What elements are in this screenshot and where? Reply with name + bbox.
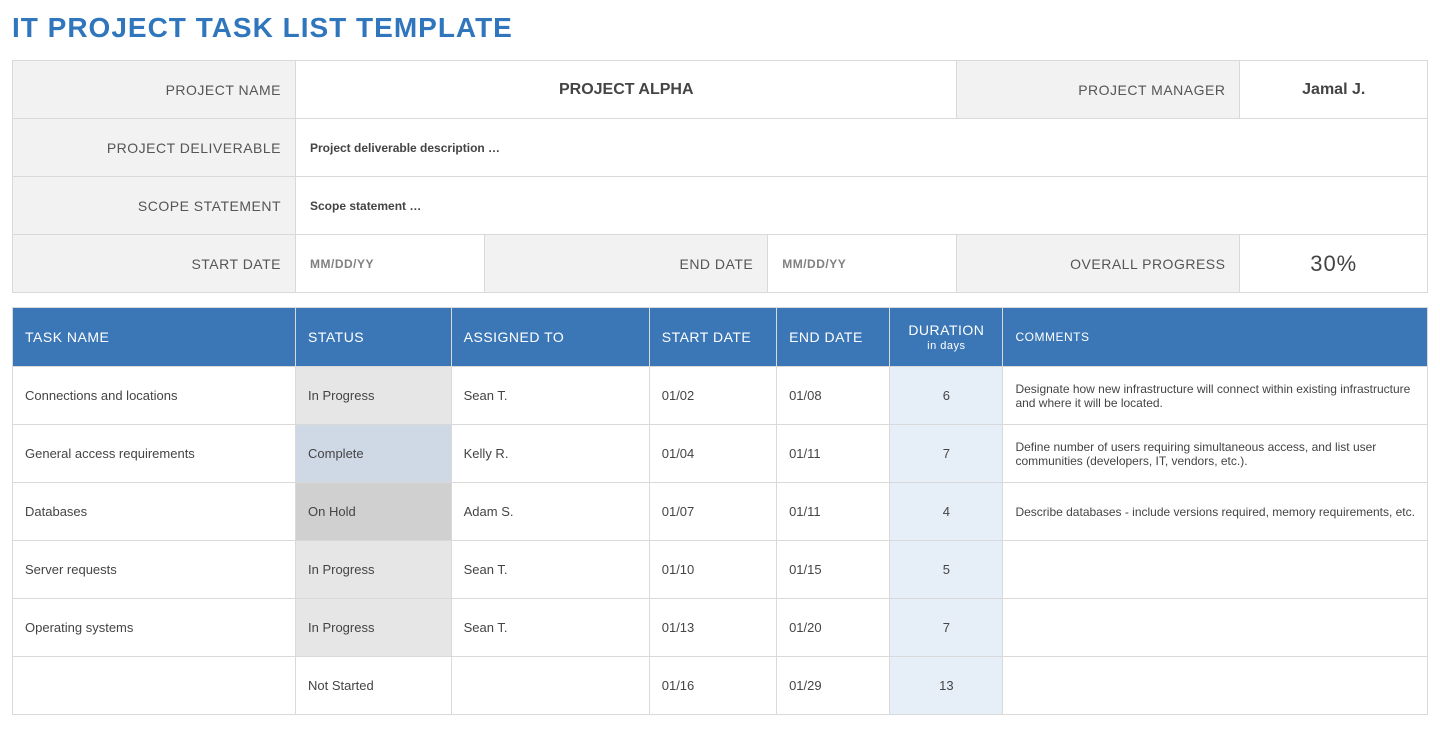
project-meta-table: PROJECT NAME PROJECT ALPHA PROJECT MANAG… xyxy=(12,60,1428,293)
progress-value[interactable]: 30% xyxy=(1240,235,1428,293)
status-cell[interactable]: In Progress xyxy=(296,599,452,657)
task-name-cell[interactable]: Server requests xyxy=(13,541,296,599)
assigned-cell[interactable]: Adam S. xyxy=(451,483,649,541)
start-date-cell[interactable]: 01/13 xyxy=(649,599,776,657)
task-name-cell[interactable]: Databases xyxy=(13,483,296,541)
task-header-row: TASK NAME STATUS ASSIGNED TO START DATE … xyxy=(13,308,1428,367)
start-date-cell[interactable]: 01/04 xyxy=(649,425,776,483)
project-name-value[interactable]: PROJECT ALPHA xyxy=(296,61,957,119)
scope-value[interactable]: Scope statement … xyxy=(296,177,1428,235)
comments-cell[interactable]: Designate how new infrastructure will co… xyxy=(1003,367,1428,425)
status-cell[interactable]: In Progress xyxy=(296,367,452,425)
comments-cell[interactable] xyxy=(1003,657,1428,715)
task-name-cell[interactable] xyxy=(13,657,296,715)
table-row: DatabasesOn HoldAdam S.01/0701/114Descri… xyxy=(13,483,1428,541)
status-cell[interactable]: On Hold xyxy=(296,483,452,541)
progress-label: OVERALL PROGRESS xyxy=(957,235,1240,293)
page-title: IT PROJECT TASK LIST TEMPLATE xyxy=(12,12,1428,44)
status-cell[interactable]: In Progress xyxy=(296,541,452,599)
table-row: Not Started 01/1601/2913 xyxy=(13,657,1428,715)
duration-cell: 7 xyxy=(890,425,1003,483)
deliverable-label: PROJECT DELIVERABLE xyxy=(13,119,296,177)
table-row: Connections and locationsIn ProgressSean… xyxy=(13,367,1428,425)
status-cell[interactable]: Not Started xyxy=(296,657,452,715)
assigned-cell[interactable]: Sean T. xyxy=(451,367,649,425)
col-status: STATUS xyxy=(296,308,452,367)
end-date-cell[interactable]: 01/15 xyxy=(777,541,890,599)
duration-cell: 7 xyxy=(890,599,1003,657)
col-end: END DATE xyxy=(777,308,890,367)
assigned-cell[interactable]: Sean T. xyxy=(451,599,649,657)
duration-cell: 6 xyxy=(890,367,1003,425)
table-row: Server requestsIn ProgressSean T.01/1001… xyxy=(13,541,1428,599)
meta-row-name: PROJECT NAME PROJECT ALPHA PROJECT MANAG… xyxy=(13,61,1428,119)
project-manager-label: PROJECT MANAGER xyxy=(957,61,1240,119)
assigned-cell[interactable]: Sean T. xyxy=(451,541,649,599)
end-date-cell[interactable]: 01/20 xyxy=(777,599,890,657)
col-duration-label: DURATION xyxy=(908,322,984,338)
comments-cell[interactable]: Describe databases - include versions re… xyxy=(1003,483,1428,541)
comments-cell[interactable]: Define number of users requiring simulta… xyxy=(1003,425,1428,483)
project-name-label: PROJECT NAME xyxy=(13,61,296,119)
end-date-value[interactable]: MM/DD/YY xyxy=(768,235,957,293)
task-name-cell[interactable]: Connections and locations xyxy=(13,367,296,425)
end-date-label: END DATE xyxy=(485,235,768,293)
assigned-cell[interactable] xyxy=(451,657,649,715)
start-date-cell[interactable]: 01/02 xyxy=(649,367,776,425)
start-date-value[interactable]: MM/DD/YY xyxy=(296,235,485,293)
col-task: TASK NAME xyxy=(13,308,296,367)
duration-cell: 5 xyxy=(890,541,1003,599)
meta-row-deliverable: PROJECT DELIVERABLE Project deliverable … xyxy=(13,119,1428,177)
duration-cell: 13 xyxy=(890,657,1003,715)
col-assigned: ASSIGNED TO xyxy=(451,308,649,367)
start-date-cell[interactable]: 01/16 xyxy=(649,657,776,715)
project-manager-value[interactable]: Jamal J. xyxy=(1240,61,1428,119)
end-date-cell[interactable]: 01/08 xyxy=(777,367,890,425)
task-name-cell[interactable]: General access requirements xyxy=(13,425,296,483)
task-name-cell[interactable]: Operating systems xyxy=(13,599,296,657)
start-date-label: START DATE xyxy=(13,235,296,293)
meta-row-scope: SCOPE STATEMENT Scope statement … xyxy=(13,177,1428,235)
start-date-cell[interactable]: 01/07 xyxy=(649,483,776,541)
duration-cell: 4 xyxy=(890,483,1003,541)
comments-cell[interactable] xyxy=(1003,541,1428,599)
end-date-cell[interactable]: 01/11 xyxy=(777,483,890,541)
col-comments: COMMENTS xyxy=(1003,308,1428,367)
task-table: TASK NAME STATUS ASSIGNED TO START DATE … xyxy=(12,307,1428,715)
col-start: START DATE xyxy=(649,308,776,367)
table-row: General access requirementsCompleteKelly… xyxy=(13,425,1428,483)
status-cell[interactable]: Complete xyxy=(296,425,452,483)
col-duration-sub: in days xyxy=(902,340,990,352)
start-date-cell[interactable]: 01/10 xyxy=(649,541,776,599)
table-row: Operating systemsIn ProgressSean T.01/13… xyxy=(13,599,1428,657)
end-date-cell[interactable]: 01/29 xyxy=(777,657,890,715)
meta-row-dates: START DATE MM/DD/YY END DATE MM/DD/YY OV… xyxy=(13,235,1428,293)
scope-label: SCOPE STATEMENT xyxy=(13,177,296,235)
deliverable-value[interactable]: Project deliverable description … xyxy=(296,119,1428,177)
assigned-cell[interactable]: Kelly R. xyxy=(451,425,649,483)
comments-cell[interactable] xyxy=(1003,599,1428,657)
col-duration: DURATION in days xyxy=(890,308,1003,367)
end-date-cell[interactable]: 01/11 xyxy=(777,425,890,483)
